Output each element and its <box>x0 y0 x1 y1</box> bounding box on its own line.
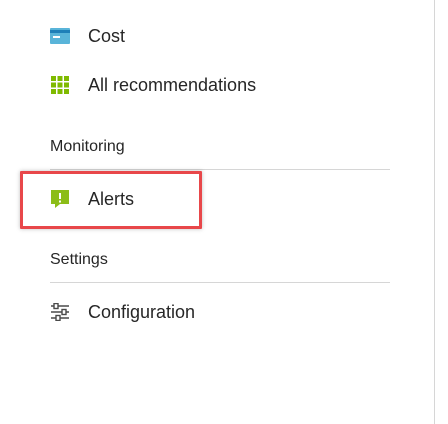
sidebar-item-all-recommendations[interactable]: All recommendations <box>50 71 256 99</box>
sidebar-panel: Cost All recommendations Monitoring Aler… <box>0 0 448 424</box>
section-header-monitoring: Monitoring <box>50 138 125 155</box>
highlight-box <box>20 171 202 229</box>
sidebar-item-label: Configuration <box>88 301 196 322</box>
sliders-icon <box>50 302 70 322</box>
sidebar-item-configuration[interactable]: Configuration <box>50 298 195 326</box>
divider <box>50 282 390 283</box>
grid-icon <box>50 75 70 95</box>
section-header-settings: Settings <box>50 251 108 268</box>
panel-border <box>434 0 435 424</box>
sidebar-item-label: Cost <box>88 25 126 46</box>
sidebar-item-label: All recommendations <box>88 74 257 95</box>
divider <box>50 169 390 170</box>
sidebar-item-cost[interactable]: Cost <box>50 22 125 50</box>
cost-card-icon <box>50 26 70 46</box>
